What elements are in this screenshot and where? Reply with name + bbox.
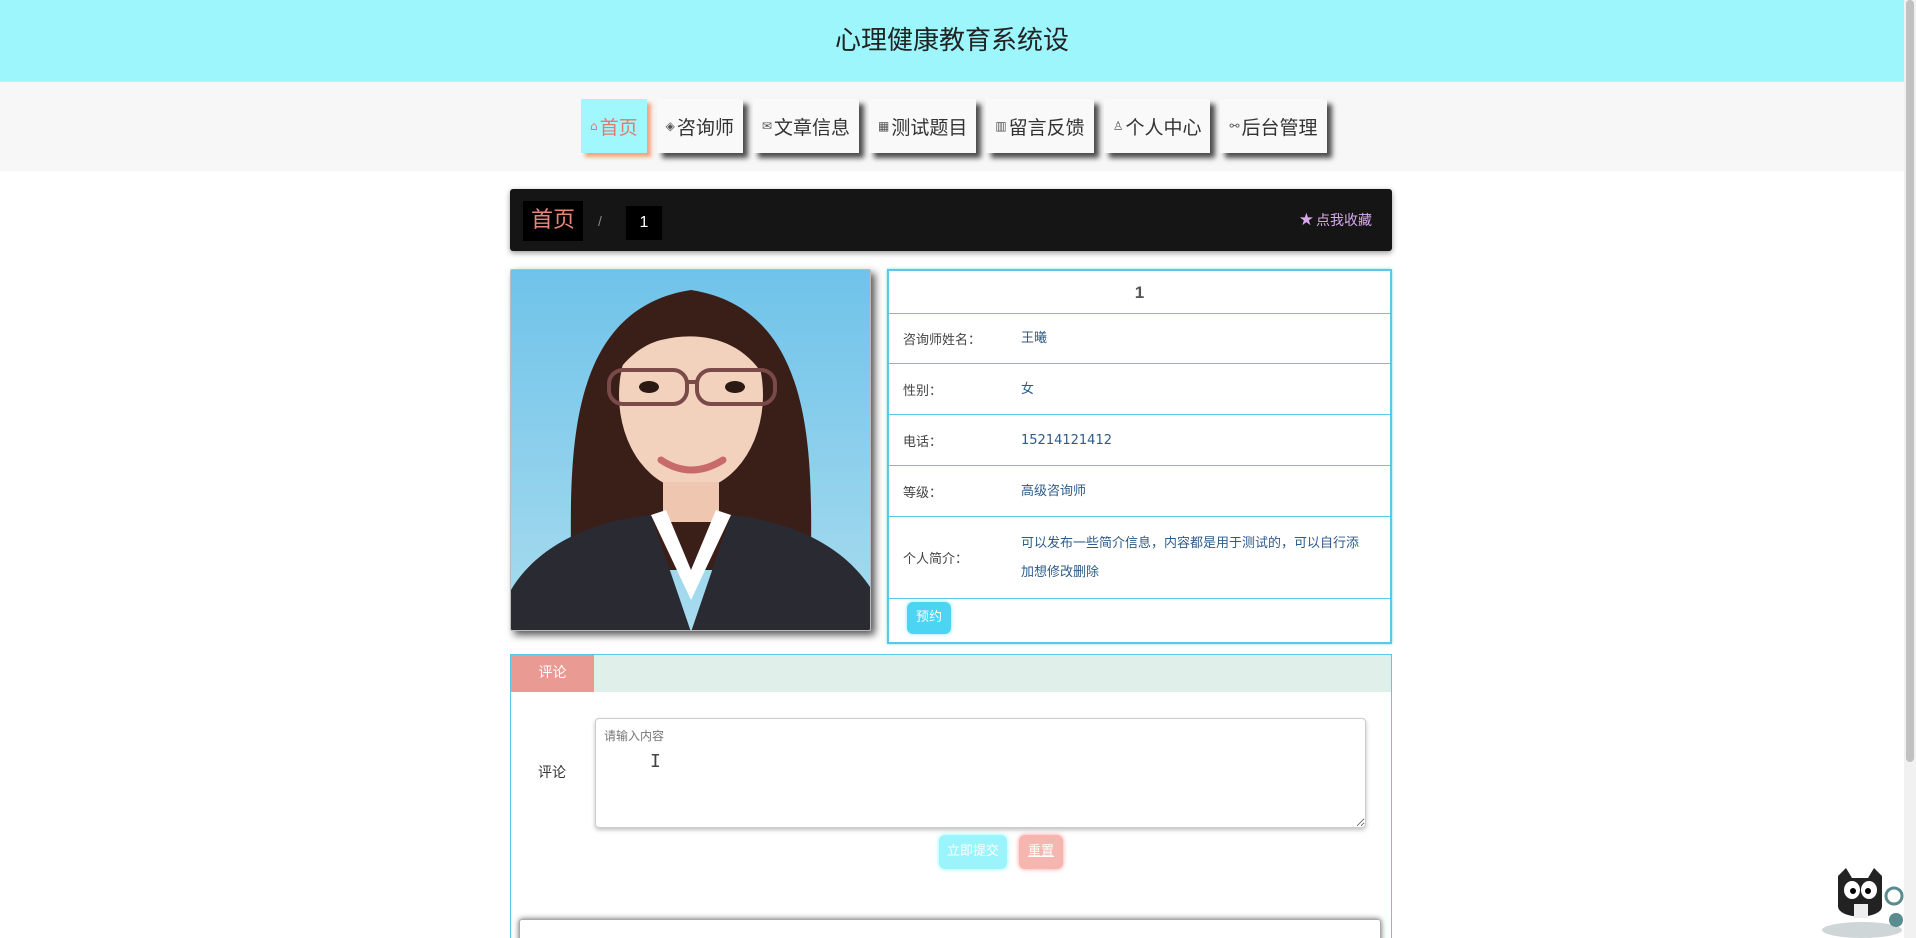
breadcrumb-current: 1 <box>626 206 662 240</box>
breadcrumb-home-link[interactable]: 首页 <box>523 201 584 241</box>
detail-row: 等级： 高级咨询师 <box>889 466 1390 517</box>
text-cursor-icon: I <box>650 751 661 772</box>
star-icon: ★ <box>1298 210 1314 230</box>
comment-tabbar: 评论 <box>511 655 1391 692</box>
comment-label: 评论 <box>538 765 566 781</box>
detail-row: 电话： 15214121412 <box>889 415 1390 466</box>
page-scrollbar[interactable] <box>1904 0 1916 938</box>
link-icon: ⚯ <box>1229 119 1240 133</box>
detail-value: 可以发布一些简介信息，内容都是用于测试的，可以自行添加想修改删除 <box>1021 535 1360 580</box>
nav-item-admin[interactable]: ⚯ 后台管理 <box>1220 99 1327 153</box>
main-nav: ⌂ 首页 ◈ 咨询师 ✉ 文章信息 ▦ 测试题目 ▥ 留言反馈 ♙ 个人中心 ⚯… <box>0 82 1904 171</box>
counselor-photo <box>510 269 871 631</box>
home-icon: ⌂ <box>590 119 598 133</box>
detail-title: 1 <box>889 271 1390 314</box>
nav-item-feedback[interactable]: ▥ 留言反馈 <box>986 99 1094 153</box>
counselor-detail-panel: 1 咨询师姓名： 王曦 性别： 女 电话： 15214121412 等级： 高级… <box>887 269 1392 644</box>
mascot-cat-icon[interactable] <box>1812 866 1904 938</box>
nav-item-counselors[interactable]: ◈ 咨询师 <box>656 99 743 153</box>
detail-label: 等级： <box>903 485 943 501</box>
detail-row: 性别： 女 <box>889 364 1390 415</box>
book-button[interactable]: 预约 <box>907 602 951 634</box>
layers-icon: ◈ <box>665 119 675 133</box>
nav-item-profile[interactable]: ♙ 个人中心 <box>1103 99 1211 153</box>
detail-value: 王曦 <box>1021 331 1048 346</box>
favorite-button[interactable]: ★ 点我收藏 <box>1299 210 1372 230</box>
mail-icon: ✉ <box>761 119 772 133</box>
detail-label: 性别： <box>903 383 943 399</box>
detail-value: 15214121412 <box>1021 432 1112 448</box>
detail-value: 高级咨询师 <box>1021 483 1087 499</box>
comment-section: 评论 评论 I 立即提交 重置 <box>510 654 1392 938</box>
tab-comment[interactable]: 评论 <box>511 655 594 692</box>
comment-input[interactable] <box>595 718 1366 828</box>
detail-value: 女 <box>1021 381 1035 397</box>
nav-item-label: 测试题目 <box>891 116 968 139</box>
nav-item-label: 咨询师 <box>676 116 734 139</box>
nav-item-label: 留言反馈 <box>1008 116 1085 139</box>
nav-item-home[interactable]: ⌂ 首页 <box>581 99 647 153</box>
comment-list <box>519 919 1381 938</box>
detail-label: 个人简介： <box>903 552 969 567</box>
nav-item-label: 个人中心 <box>1125 116 1202 139</box>
nav-item-label: 文章信息 <box>773 116 850 139</box>
nav-item-label: 后台管理 <box>1241 116 1318 139</box>
user-icon: ♙ <box>1112 119 1124 133</box>
nav-item-tests[interactable]: ▦ 测试题目 <box>868 99 977 153</box>
breadcrumb: 首页 / 1 ★ 点我收藏 <box>510 189 1392 251</box>
reset-button[interactable]: 重置 <box>1019 835 1063 869</box>
nav-list: ⌂ 首页 ◈ 咨询师 ✉ 文章信息 ▦ 测试题目 ▥ 留言反馈 ♙ 个人中心 ⚯… <box>581 99 1327 153</box>
detail-label: 咨询师姓名： <box>903 333 982 348</box>
site-title: 心理健康教育系统设 <box>834 26 1069 56</box>
nav-item-label: 首页 <box>599 116 638 139</box>
site-header: 心理健康教育系统设 <box>0 0 1904 82</box>
nav-item-articles[interactable]: ✉ 文章信息 <box>752 99 859 153</box>
breadcrumb-separator: / <box>598 213 602 229</box>
favorite-label: 点我收藏 <box>1316 213 1372 229</box>
calendar-icon: ▦ <box>877 119 890 133</box>
gift-icon: ▥ <box>995 119 1007 133</box>
scrollbar-thumb[interactable] <box>1906 0 1914 762</box>
detail-row: 咨询师姓名： 王曦 <box>889 314 1390 364</box>
submit-button[interactable]: 立即提交 <box>939 835 1007 869</box>
detail-row: 个人简介： 可以发布一些简介信息，内容都是用于测试的，可以自行添加想修改删除 <box>889 517 1390 599</box>
detail-label: 电话： <box>903 434 943 450</box>
